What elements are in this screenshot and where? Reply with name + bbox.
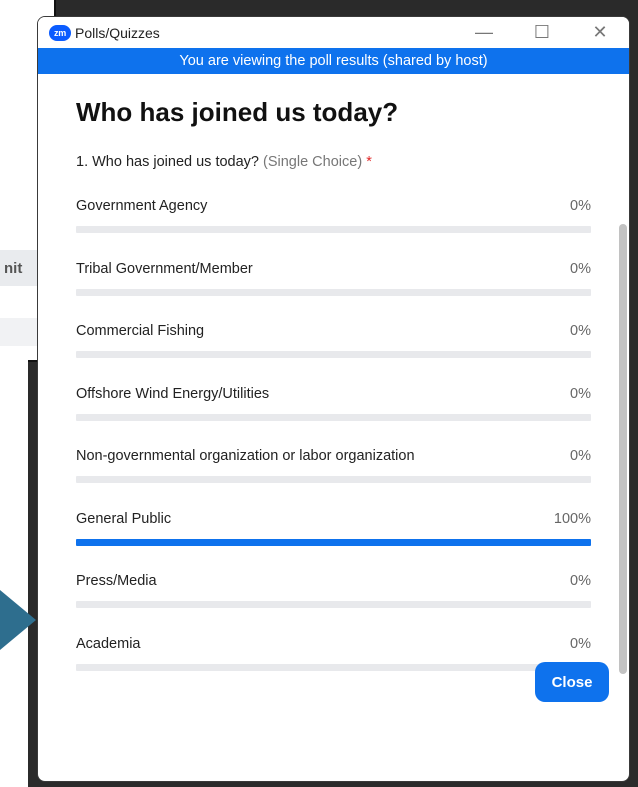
window-title: Polls/Quizzes — [75, 24, 160, 41]
result-bar-track — [76, 288, 591, 296]
title-bar[interactable]: zm Polls/Quizzes — ☐ ✕ — [38, 17, 629, 48]
shared-results-banner: You are viewing the poll results (shared… — [38, 48, 629, 74]
question-text: 1. Who has joined us today? — [76, 154, 259, 170]
poll-option: Government Agency 0% — [76, 176, 591, 239]
option-label: Offshore Wind Energy/Utilities — [76, 385, 270, 402]
result-bar-track — [76, 538, 591, 546]
option-label: Commercial Fishing — [76, 323, 205, 339]
poll-option: Commercial Fishing 0% — [76, 301, 591, 364]
option-label: Press/Media — [76, 573, 157, 589]
arrow-shape — [0, 590, 36, 650]
poll-title: Who has joined us today? — [76, 97, 399, 127]
option-label: Government Agency — [76, 198, 208, 214]
poll-option: Offshore Wind Energy/Utilities 0% — [76, 364, 591, 427]
option-percent: 0% — [570, 635, 591, 652]
option-percent: 0% — [570, 260, 591, 277]
question-type: (Single Choice) — [263, 154, 363, 170]
option-label: Academia — [76, 635, 141, 652]
poll-option: Academia 0% — [76, 614, 591, 677]
result-bar-track — [76, 351, 591, 358]
background-strip — [0, 360, 28, 787]
question-heading: 1. Who has joined us today? (Single Choi… — [76, 154, 591, 170]
background-partial-text: nit — [4, 260, 23, 277]
result-bar-track — [76, 226, 591, 233]
scrollbar-thumb[interactable] — [619, 224, 627, 674]
result-bar-track — [76, 476, 591, 483]
poll-option: Tribal Government/Member 0% — [76, 239, 591, 302]
option-percent: 0% — [570, 448, 591, 464]
option-label: Tribal Government/Member — [76, 260, 253, 277]
poll-option: Non-governmental organization or labor o… — [76, 426, 591, 489]
poll-options: Government Agency 0% Tribal Government/Me… — [76, 176, 591, 676]
option-percent: 0% — [570, 323, 591, 339]
poll-option: Press/Media 0% — [76, 551, 591, 614]
zoom-logo-icon: zm — [49, 24, 71, 41]
option-label: General Public — [76, 510, 172, 527]
option-percent: 100% — [553, 510, 591, 527]
poll-content: Who has joined us today? 1. Who has join… — [38, 74, 629, 722]
option-percent: 0% — [570, 385, 591, 402]
result-bar-track — [76, 663, 591, 671]
result-bar-track — [76, 601, 591, 608]
result-bar-track — [76, 413, 591, 421]
poll-option: General Public 100% — [76, 489, 591, 552]
option-percent: 0% — [570, 573, 591, 589]
window-controls: — ☐ ✕ — [455, 17, 629, 48]
close-button[interactable]: Close — [535, 662, 609, 702]
polls-window: zm Polls/Quizzes — ☐ ✕ You are viewing t… — [37, 16, 630, 782]
close-window-button[interactable]: ✕ — [571, 17, 629, 48]
required-marker: * — [366, 154, 372, 170]
minimize-button[interactable]: — — [455, 17, 513, 48]
result-bar-fill — [76, 538, 591, 546]
option-label: Non-governmental organization or labor o… — [76, 448, 415, 464]
maximize-button[interactable]: ☐ — [513, 17, 571, 48]
option-percent: 0% — [570, 198, 591, 214]
